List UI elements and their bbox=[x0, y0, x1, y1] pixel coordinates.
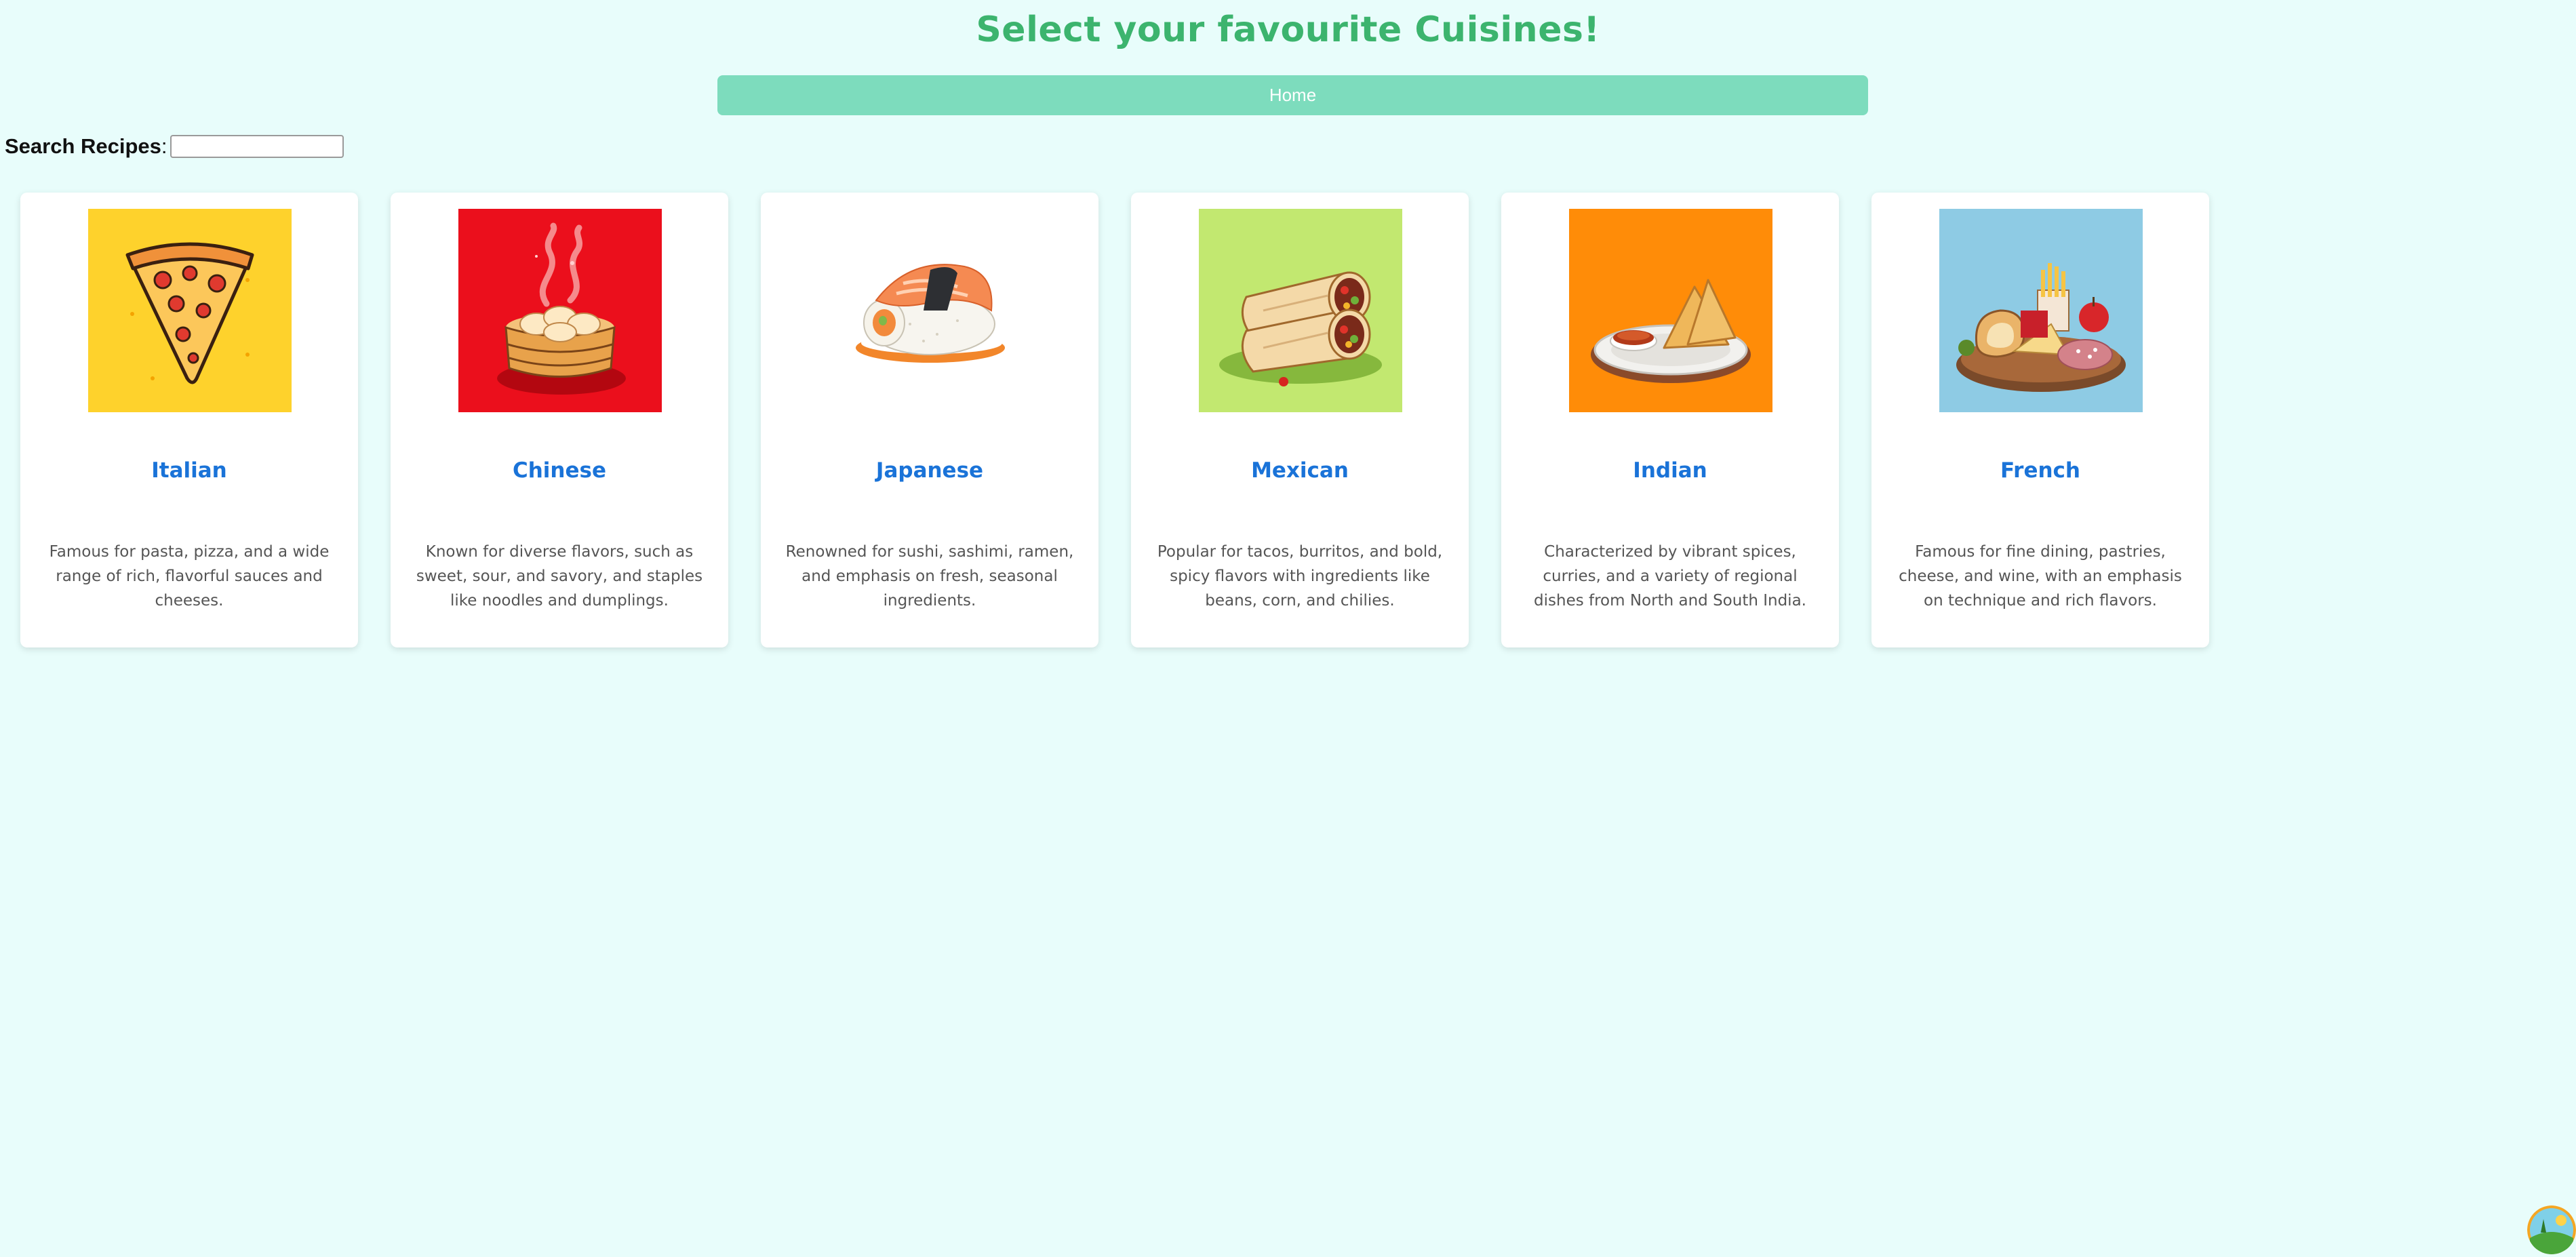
cuisine-card-italian[interactable]: Italian Famous for pasta, pizza, and a w… bbox=[20, 193, 358, 647]
cuisine-card-title: Japanese bbox=[875, 458, 984, 483]
cuisine-card-title: Chinese bbox=[512, 458, 607, 483]
cuisine-card-french[interactable]: French Famous for fine dining, pastries,… bbox=[1871, 193, 2209, 647]
cuisine-card-description: Famous for pasta, pizza, and a wide rang… bbox=[49, 543, 330, 610]
cuisine-card-title: Indian bbox=[1633, 458, 1707, 483]
cuisine-card-japanese[interactable]: Japanese Renowned for sushi, sashimi, ra… bbox=[761, 193, 1098, 647]
cuisine-card-chinese[interactable]: Chinese Known for diverse flavors, such … bbox=[391, 193, 728, 647]
pizza-slice-image bbox=[88, 209, 292, 412]
page-title: Select your favourite Cuisines! bbox=[976, 9, 1600, 50]
search-label: Search Recipes bbox=[5, 134, 161, 158]
cuisine-card-description: Known for diverse flavors, such as sweet… bbox=[416, 543, 703, 610]
page: Select your favourite Cuisines! Home Sea… bbox=[0, 0, 2576, 1257]
sushi-image bbox=[829, 209, 1032, 412]
cuisine-card-title: Italian bbox=[151, 458, 227, 483]
french-platter-image bbox=[1939, 209, 2143, 412]
dumpling-steamer-image bbox=[458, 209, 662, 412]
search-bar: Search Recipes : bbox=[5, 133, 344, 160]
cuisine-card-title: French bbox=[2000, 458, 2081, 483]
samosa-plate-image bbox=[1569, 209, 1772, 412]
search-input[interactable] bbox=[170, 135, 344, 158]
burrito-image bbox=[1199, 209, 1402, 412]
navbar: Home bbox=[717, 75, 1868, 115]
cuisine-card-indian[interactable]: Indian Characterized by vibrant spices, … bbox=[1501, 193, 1839, 647]
search-label-colon: : bbox=[161, 134, 167, 158]
cuisine-card-description: Characterized by vibrant spices, curries… bbox=[1534, 543, 1806, 610]
floating-avatar-button[interactable] bbox=[2527, 1205, 2576, 1254]
cuisine-card-description: Renowned for sushi, sashimi, ramen, and … bbox=[785, 543, 1074, 610]
home-link[interactable]: Home bbox=[1269, 85, 1316, 106]
cuisine-card-title: Mexican bbox=[1251, 458, 1349, 483]
cuisine-card-description: Popular for tacos, burritos, and bold, s… bbox=[1157, 543, 1443, 610]
cuisine-card-mexican[interactable]: Mexican Popular for tacos, burritos, and… bbox=[1131, 193, 1469, 647]
cuisine-card-description: Famous for fine dining, pastries, cheese… bbox=[1899, 543, 2182, 610]
